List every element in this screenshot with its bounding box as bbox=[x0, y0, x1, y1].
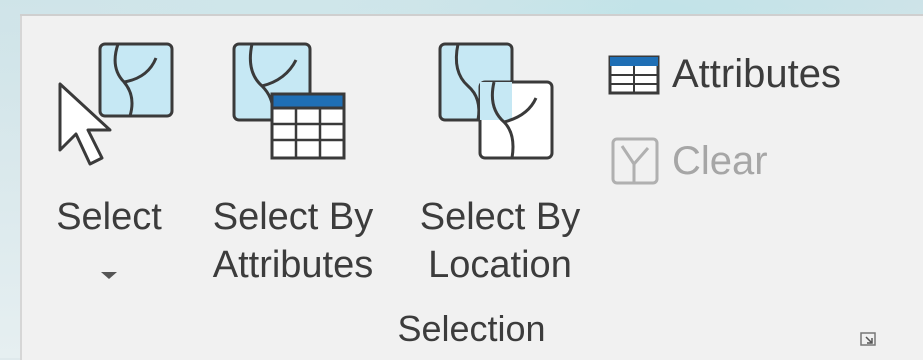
select-label: Select bbox=[56, 196, 162, 238]
selection-ribbon-group: Select Select By Attributes Select By Lo… bbox=[20, 14, 923, 360]
dialog-launcher-icon[interactable] bbox=[860, 332, 876, 346]
select-by-attributes-label-line2: Attributes bbox=[212, 244, 374, 286]
group-label: Selection bbox=[397, 308, 546, 349]
clear-label: Clear bbox=[672, 138, 768, 183]
select-by-location-label-line2: Location bbox=[428, 244, 572, 286]
select-by-location-button[interactable]: Select By Location bbox=[408, 36, 592, 286]
select-by-location-icon bbox=[438, 42, 554, 160]
select-by-attributes-icon bbox=[232, 42, 346, 160]
select-by-attributes-button[interactable]: Select By Attributes bbox=[196, 36, 390, 286]
attribute-table-icon bbox=[608, 55, 660, 94]
clear-button[interactable]: Clear bbox=[610, 136, 768, 186]
select-by-location-label-line1: Select By bbox=[419, 196, 581, 238]
select-button[interactable]: Select bbox=[46, 36, 174, 286]
select-by-attributes-label-line1: Select By bbox=[212, 196, 374, 238]
clear-selection-icon bbox=[611, 137, 659, 185]
select-arrow-map-icon bbox=[58, 42, 174, 166]
attributes-label: Attributes bbox=[672, 52, 841, 96]
chevron-down-icon[interactable] bbox=[101, 272, 117, 279]
attributes-button[interactable]: Attributes bbox=[608, 52, 841, 97]
